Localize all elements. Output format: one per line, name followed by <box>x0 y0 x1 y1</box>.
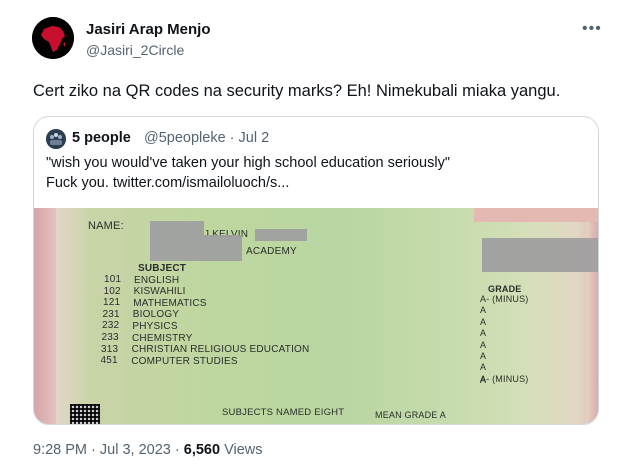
cert-subject-code: 231 <box>102 308 120 320</box>
quoted-handle: @5peopleke <box>144 130 226 146</box>
author-display-name[interactable]: Jasiri Arap Menjo <box>86 21 210 38</box>
cert-subject-code: 232 <box>102 320 120 332</box>
cert-subject-grade: A <box>480 362 487 373</box>
quoted-text-line1: "wish you would've taken your high schoo… <box>46 155 450 171</box>
redaction-box <box>150 235 242 261</box>
africa-map-icon <box>32 17 74 59</box>
redaction-box <box>482 238 598 272</box>
cert-subject-grade: A <box>480 305 487 316</box>
quoted-date[interactable]: Jul 2 <box>239 130 270 146</box>
qr-code-mark <box>70 404 100 424</box>
views-label: Views <box>224 442 263 458</box>
tweet-date[interactable]: Jul 3, 2023 <box>100 442 171 458</box>
cert-subject-name: CHRISTIAN RELIGIOUS EDUCATION <box>131 344 310 356</box>
cert-subject-grade: A <box>480 316 487 327</box>
redaction-box <box>150 221 204 235</box>
cert-subject-grade: A- (MINUS) <box>480 373 529 384</box>
cert-extra-grade: A <box>480 375 487 385</box>
redaction-box <box>255 229 307 241</box>
cert-school: ACADEMY <box>246 246 297 257</box>
cert-subject-code: 121 <box>103 297 121 309</box>
author-avatar[interactable] <box>32 17 74 59</box>
quoted-meta: @5peopleke · Jul 2 <box>144 130 269 146</box>
footer-separator: · <box>91 442 96 458</box>
views-count[interactable]: 6,560 <box>184 442 220 458</box>
cert-subject-name: ENGLISH <box>134 274 180 286</box>
cert-subject-code: 451 <box>100 355 118 367</box>
cert-subject-name: BIOLOGY <box>132 309 180 321</box>
cert-subject-grade: A <box>480 351 487 361</box>
certificate: NAME: J KELVIN ACADEMY SUBJECT GRADE 101… <box>34 208 598 424</box>
tweet-time[interactable]: 9:28 PM <box>33 442 87 458</box>
cert-subject-name: COMPUTER STUDIES <box>131 355 238 367</box>
quoted-separator: · <box>229 130 235 146</box>
cert-subject-name: MATHEMATICS <box>133 297 207 309</box>
cert-subject-code: 101 <box>104 274 122 285</box>
quoted-text-line2: Fuck you. twitter.com/ismailoluoch/s... <box>46 175 290 191</box>
cert-name-label: NAME: <box>88 220 124 232</box>
footer-separator: · <box>174 442 180 458</box>
cert-subject-grade: A <box>480 339 487 350</box>
certificate-photo[interactable]: NAME: J KELVIN ACADEMY SUBJECT GRADE 101… <box>34 208 598 424</box>
tweet-footer: 9:28 PM · Jul 3, 2023 · 6,560 Views <box>33 442 263 458</box>
cert-subject-code: 102 <box>103 285 121 297</box>
cert-subject-code: 233 <box>101 332 119 343</box>
tweet-text: Cert ziko na QR codes na security marks?… <box>33 82 561 100</box>
author-handle[interactable]: @Jasiri_2Circle <box>86 42 184 58</box>
cert-subject-name: PHYSICS <box>132 320 178 332</box>
cert-mean-grade: MEAN GRADE A <box>375 410 446 420</box>
cert-subject-name: CHEMISTRY <box>132 332 193 344</box>
cert-subjects-named: SUBJECTS NAMED EIGHT <box>222 407 345 418</box>
quoted-display-name: 5 people <box>72 130 131 146</box>
cert-subject-code: 313 <box>101 343 119 355</box>
cert-subject-grade: A- (MINUS) <box>480 294 529 304</box>
cert-subject-name: KISWAHILI <box>133 286 186 298</box>
quoted-tweet[interactable]: 5 people @5peopleke · Jul 2 "wish you wo… <box>33 116 599 425</box>
more-dots-icon[interactable]: ••• <box>582 21 604 38</box>
cert-grade-header: GRADE <box>488 284 522 294</box>
cert-subject-grade: A <box>480 328 487 339</box>
cert-subject-header: SUBJECT <box>138 263 187 274</box>
quoted-user-avatar <box>46 129 66 149</box>
